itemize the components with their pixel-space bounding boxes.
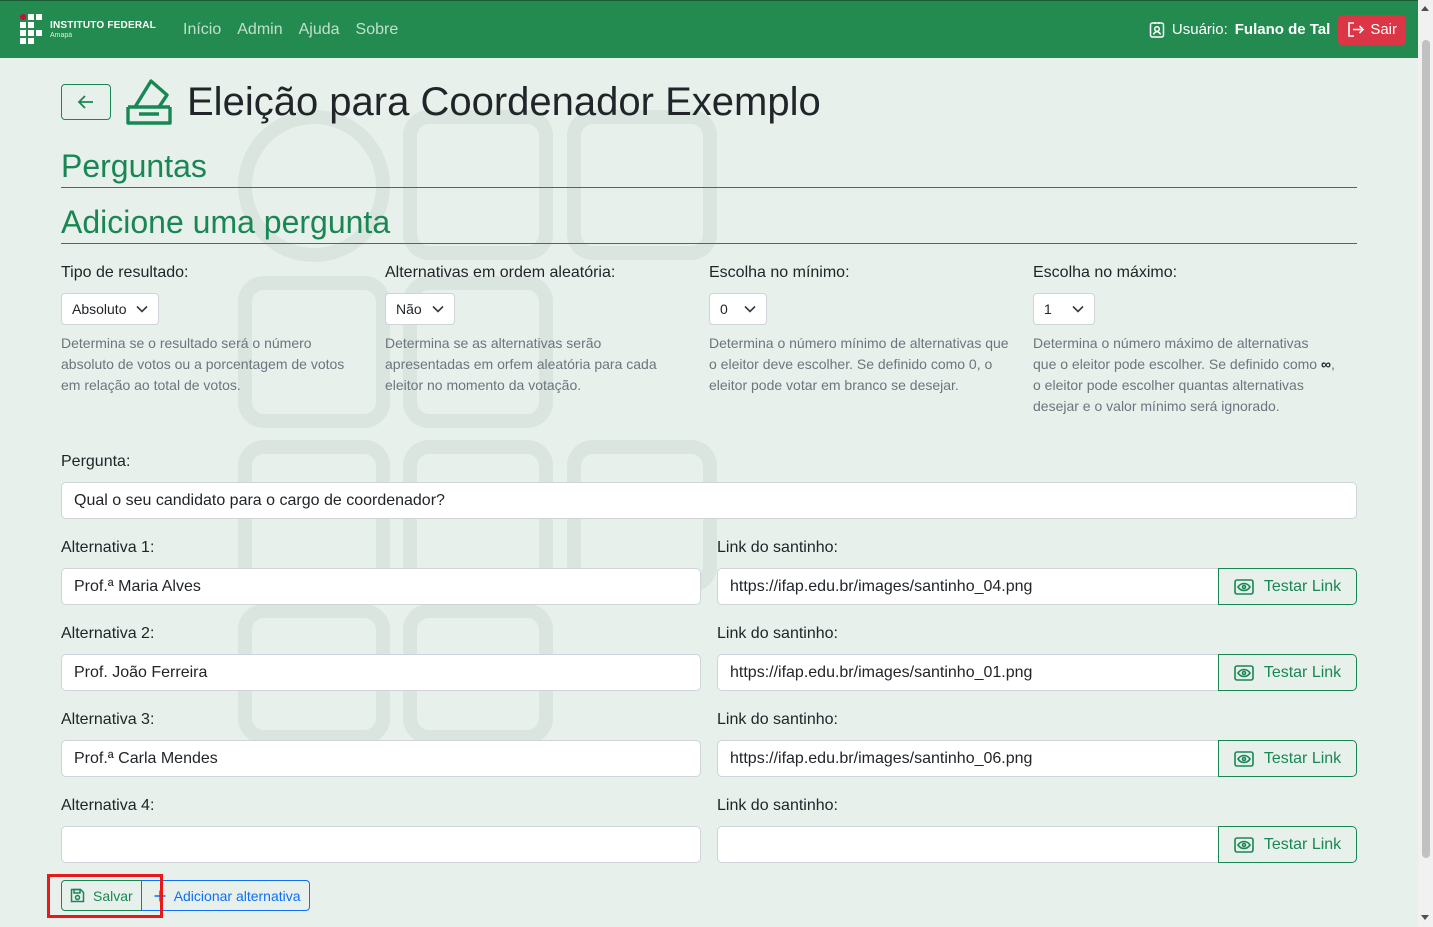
link-input[interactable]: https://ifap.edu.br/images/santinho_04.p… bbox=[717, 568, 1219, 605]
setting-result-type: Tipo de resultado: Absoluto Determina se… bbox=[61, 264, 385, 417]
question-input[interactable]: Qual o seu candidato para o cargo de coo… bbox=[61, 482, 1357, 519]
question-settings: Tipo de resultado: Absoluto Determina se… bbox=[61, 264, 1357, 417]
setting-help: Determina se o resultado será o número a… bbox=[61, 335, 345, 393]
select-value: Não bbox=[396, 301, 422, 317]
top-navbar: INSTITUTO FEDERAL Amapá Início Admin Aju… bbox=[0, 0, 1418, 58]
chevron-down-icon bbox=[136, 305, 149, 313]
setting-min-choices: Escolha no mínimo: 0 Determina o número … bbox=[709, 264, 1033, 417]
test-link-button[interactable]: Testar Link bbox=[1218, 740, 1357, 777]
select-value: 0 bbox=[720, 301, 728, 317]
main-content: Eleição para Coordenador Exemplo Pergunt… bbox=[61, 58, 1357, 863]
arrow-left-icon bbox=[77, 95, 93, 109]
nav-link-inicio[interactable]: Início bbox=[175, 21, 229, 39]
brand-name: INSTITUTO FEDERAL bbox=[50, 19, 156, 31]
setting-label: Escolha no máximo: bbox=[1033, 264, 1178, 281]
alternative-label: Alternativa 1: bbox=[61, 539, 155, 556]
alternative-label: Alternativa 3: bbox=[61, 711, 155, 728]
setting-help: Determina o número máximo de alternativa… bbox=[1033, 333, 1357, 417]
logout-button[interactable]: Sair bbox=[1338, 14, 1406, 45]
alternative-row-1: Alternativa 1: Prof.ª Maria Alves Link d… bbox=[61, 539, 1357, 625]
setting-label: Tipo de resultado: bbox=[61, 264, 189, 281]
link-input[interactable]: https://ifap.edu.br/images/santinho_01.p… bbox=[717, 654, 1219, 691]
user-name: Fulano de Tal bbox=[1234, 21, 1331, 38]
logout-label: Sair bbox=[1370, 21, 1397, 38]
add-question-heading: Adicione uma pergunta bbox=[61, 204, 1357, 244]
chevron-down-icon bbox=[432, 305, 444, 313]
max-choices-select[interactable]: 1 bbox=[1033, 293, 1095, 325]
page-scrollbar[interactable] bbox=[1418, 0, 1433, 927]
select-value: Absoluto bbox=[72, 301, 127, 317]
eye-icon bbox=[1234, 750, 1254, 767]
random-order-select[interactable]: Não bbox=[385, 293, 455, 325]
infinity-symbol: ∞ bbox=[1320, 356, 1331, 372]
back-button[interactable] bbox=[61, 84, 111, 120]
test-link-label: Testar Link bbox=[1263, 663, 1342, 681]
alternative-input[interactable]: Prof.ª Maria Alves bbox=[61, 568, 701, 605]
scroll-up-icon[interactable] bbox=[1421, 6, 1429, 11]
test-link-button[interactable]: Testar Link bbox=[1218, 568, 1357, 605]
brand-logo[interactable]: INSTITUTO FEDERAL Amapá bbox=[20, 13, 170, 46]
eye-icon bbox=[1234, 836, 1254, 853]
alternative-input[interactable]: Prof.ª Carla Mendes bbox=[61, 740, 701, 777]
highlight-box bbox=[47, 874, 163, 918]
eye-icon bbox=[1234, 578, 1254, 595]
question-label: Pergunta: bbox=[61, 453, 131, 470]
nav-link-sobre[interactable]: Sobre bbox=[348, 21, 407, 39]
ballot-box-icon bbox=[126, 79, 172, 125]
chevron-down-icon bbox=[1072, 305, 1084, 313]
link-input[interactable] bbox=[717, 826, 1219, 863]
user-label: Usuário: bbox=[1171, 21, 1228, 38]
setting-help: Determina o número mínimo de alternativa… bbox=[709, 335, 1009, 393]
alternative-row-4: Alternativa 4: Link do santinho: Testar … bbox=[61, 797, 1357, 883]
select-value: 1 bbox=[1044, 301, 1052, 317]
alternative-row-3: Alternativa 3: Prof.ª Carla Mendes Link … bbox=[61, 711, 1357, 797]
setting-label: Escolha no mínimo: bbox=[709, 264, 850, 281]
user-info: Usuário: Fulano de Tal bbox=[1149, 21, 1330, 38]
min-choices-select[interactable]: 0 bbox=[709, 293, 767, 325]
brand-campus: Amapá bbox=[50, 31, 73, 39]
help-text-before: Determina o número máximo de alternativa… bbox=[1033, 335, 1318, 372]
setting-label: Alternativas em ordem aleatória: bbox=[385, 264, 616, 281]
link-label: Link do santinho: bbox=[717, 625, 838, 642]
link-input[interactable]: https://ifap.edu.br/images/santinho_06.p… bbox=[717, 740, 1219, 777]
logout-icon bbox=[1348, 22, 1365, 37]
link-label: Link do santinho: bbox=[717, 539, 838, 556]
add-alternative-button[interactable]: Adicionar alternativa bbox=[140, 880, 310, 911]
add-alternative-label: Adicionar alternativa bbox=[173, 887, 301, 904]
link-label: Link do santinho: bbox=[717, 797, 838, 814]
questions-heading: Perguntas bbox=[61, 148, 1357, 188]
chevron-down-icon bbox=[744, 305, 756, 313]
nav-link-admin[interactable]: Admin bbox=[229, 21, 290, 39]
alternative-label: Alternativa 4: bbox=[61, 797, 155, 814]
alternative-input[interactable] bbox=[61, 826, 701, 863]
test-link-button[interactable]: Testar Link bbox=[1218, 654, 1357, 691]
result-type-select[interactable]: Absoluto bbox=[61, 293, 160, 325]
link-label: Link do santinho: bbox=[717, 711, 838, 728]
if-logo-icon bbox=[20, 13, 44, 46]
user-badge-icon bbox=[1149, 22, 1165, 38]
alternative-input[interactable]: Prof. João Ferreira bbox=[61, 654, 701, 691]
setting-random-order: Alternativas em ordem aleatória: Não Det… bbox=[385, 264, 709, 417]
alternative-label: Alternativa 2: bbox=[61, 625, 155, 642]
nav-link-ajuda[interactable]: Ajuda bbox=[291, 21, 348, 39]
test-link-label: Testar Link bbox=[1263, 577, 1342, 595]
test-link-label: Testar Link bbox=[1263, 749, 1342, 767]
page-title: Eleição para Coordenador Exemplo bbox=[187, 79, 821, 124]
test-link-label: Testar Link bbox=[1263, 835, 1342, 853]
setting-help: Determina se as alternativas serão apres… bbox=[385, 335, 657, 393]
alternative-row-2: Alternativa 2: Prof. João Ferreira Link … bbox=[61, 625, 1357, 711]
setting-max-choices: Escolha no máximo: 1 Determina o número … bbox=[1033, 264, 1357, 417]
eye-icon bbox=[1234, 664, 1254, 681]
scrollbar-thumb[interactable] bbox=[1422, 40, 1430, 858]
scroll-down-icon[interactable] bbox=[1421, 915, 1429, 920]
test-link-button[interactable]: Testar Link bbox=[1218, 826, 1357, 863]
